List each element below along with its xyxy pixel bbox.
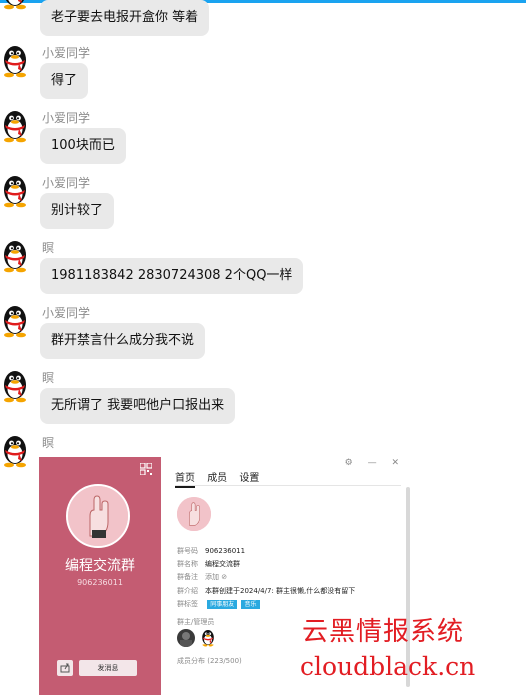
info-row: 群备注 添加 ⊘ [177,573,228,581]
sender-name: 小爱同学 [42,111,91,125]
message-bubble: 100块而已 [40,128,126,164]
info-row: 群标签 同事朋友 音乐 [177,599,262,609]
info-row: 群名称 编程交流群 [177,560,240,568]
avatar[interactable] [0,434,30,468]
watermark-title: 云黑情报系统 [302,617,465,647]
sender-name: 瞑 [42,371,55,385]
message-bubble: 得了 [40,63,89,99]
avatar[interactable] [0,0,30,10]
group-card-panel: 编程交流群 906236011 发消息 [39,457,161,695]
sender-name: 小爱同学 [42,176,91,190]
sender-name: 小爱同学 [42,46,91,60]
tab-settings[interactable]: 设置 [239,469,259,486]
admins-label: 群主/管理员 [177,618,215,626]
avatar[interactable] [0,369,30,403]
sender-name: 瞑 [42,241,55,255]
avatar[interactable] [0,239,30,273]
qr-code-icon[interactable] [140,463,152,475]
message-bubble: 无所谓了 我要吧他户口报出来 [40,388,236,424]
group-name: 编程交流群 [65,558,135,574]
sender-name: 瞑 [42,436,55,450]
member-distribution: 成员分布 (223/500) [177,657,242,665]
group-id: 906236011 [77,578,123,587]
divider [175,485,401,486]
message-bubble: 群开禁言什么成分我不说 [40,323,206,359]
group-avatar [66,484,130,548]
info-row: 群介绍 本群创建于2024/4/7: 群主很懒,什么都没有留下 [177,587,356,595]
admin-avatar[interactable] [177,629,195,647]
watermark-url: cloudblack.cn [300,652,476,681]
avatar[interactable] [0,109,30,143]
message-bubble: 老子要去电报开盒你 等着 [40,0,210,36]
avatar[interactable] [0,44,30,78]
avatar[interactable] [0,304,30,338]
window-controls[interactable]: ⚙ — ✕ [345,458,405,468]
group-tag: 同事朋友 [207,600,238,609]
message-bubble: 别计较了 [40,193,115,229]
group-avatar-small [177,497,211,531]
share-button[interactable] [57,660,73,676]
share-icon [60,663,70,673]
tab-members[interactable]: 成员 [207,469,227,486]
group-tag: 音乐 [241,600,260,609]
avatar[interactable] [0,174,30,208]
message-bubble: 1981183842 2830724308 2个QQ一样 [40,258,304,294]
send-message-button[interactable]: 发消息 [79,660,137,676]
info-row: 群号码 906236011 [177,547,246,555]
admin-avatar[interactable] [199,629,217,647]
sender-name: 小爱同学 [42,306,91,320]
